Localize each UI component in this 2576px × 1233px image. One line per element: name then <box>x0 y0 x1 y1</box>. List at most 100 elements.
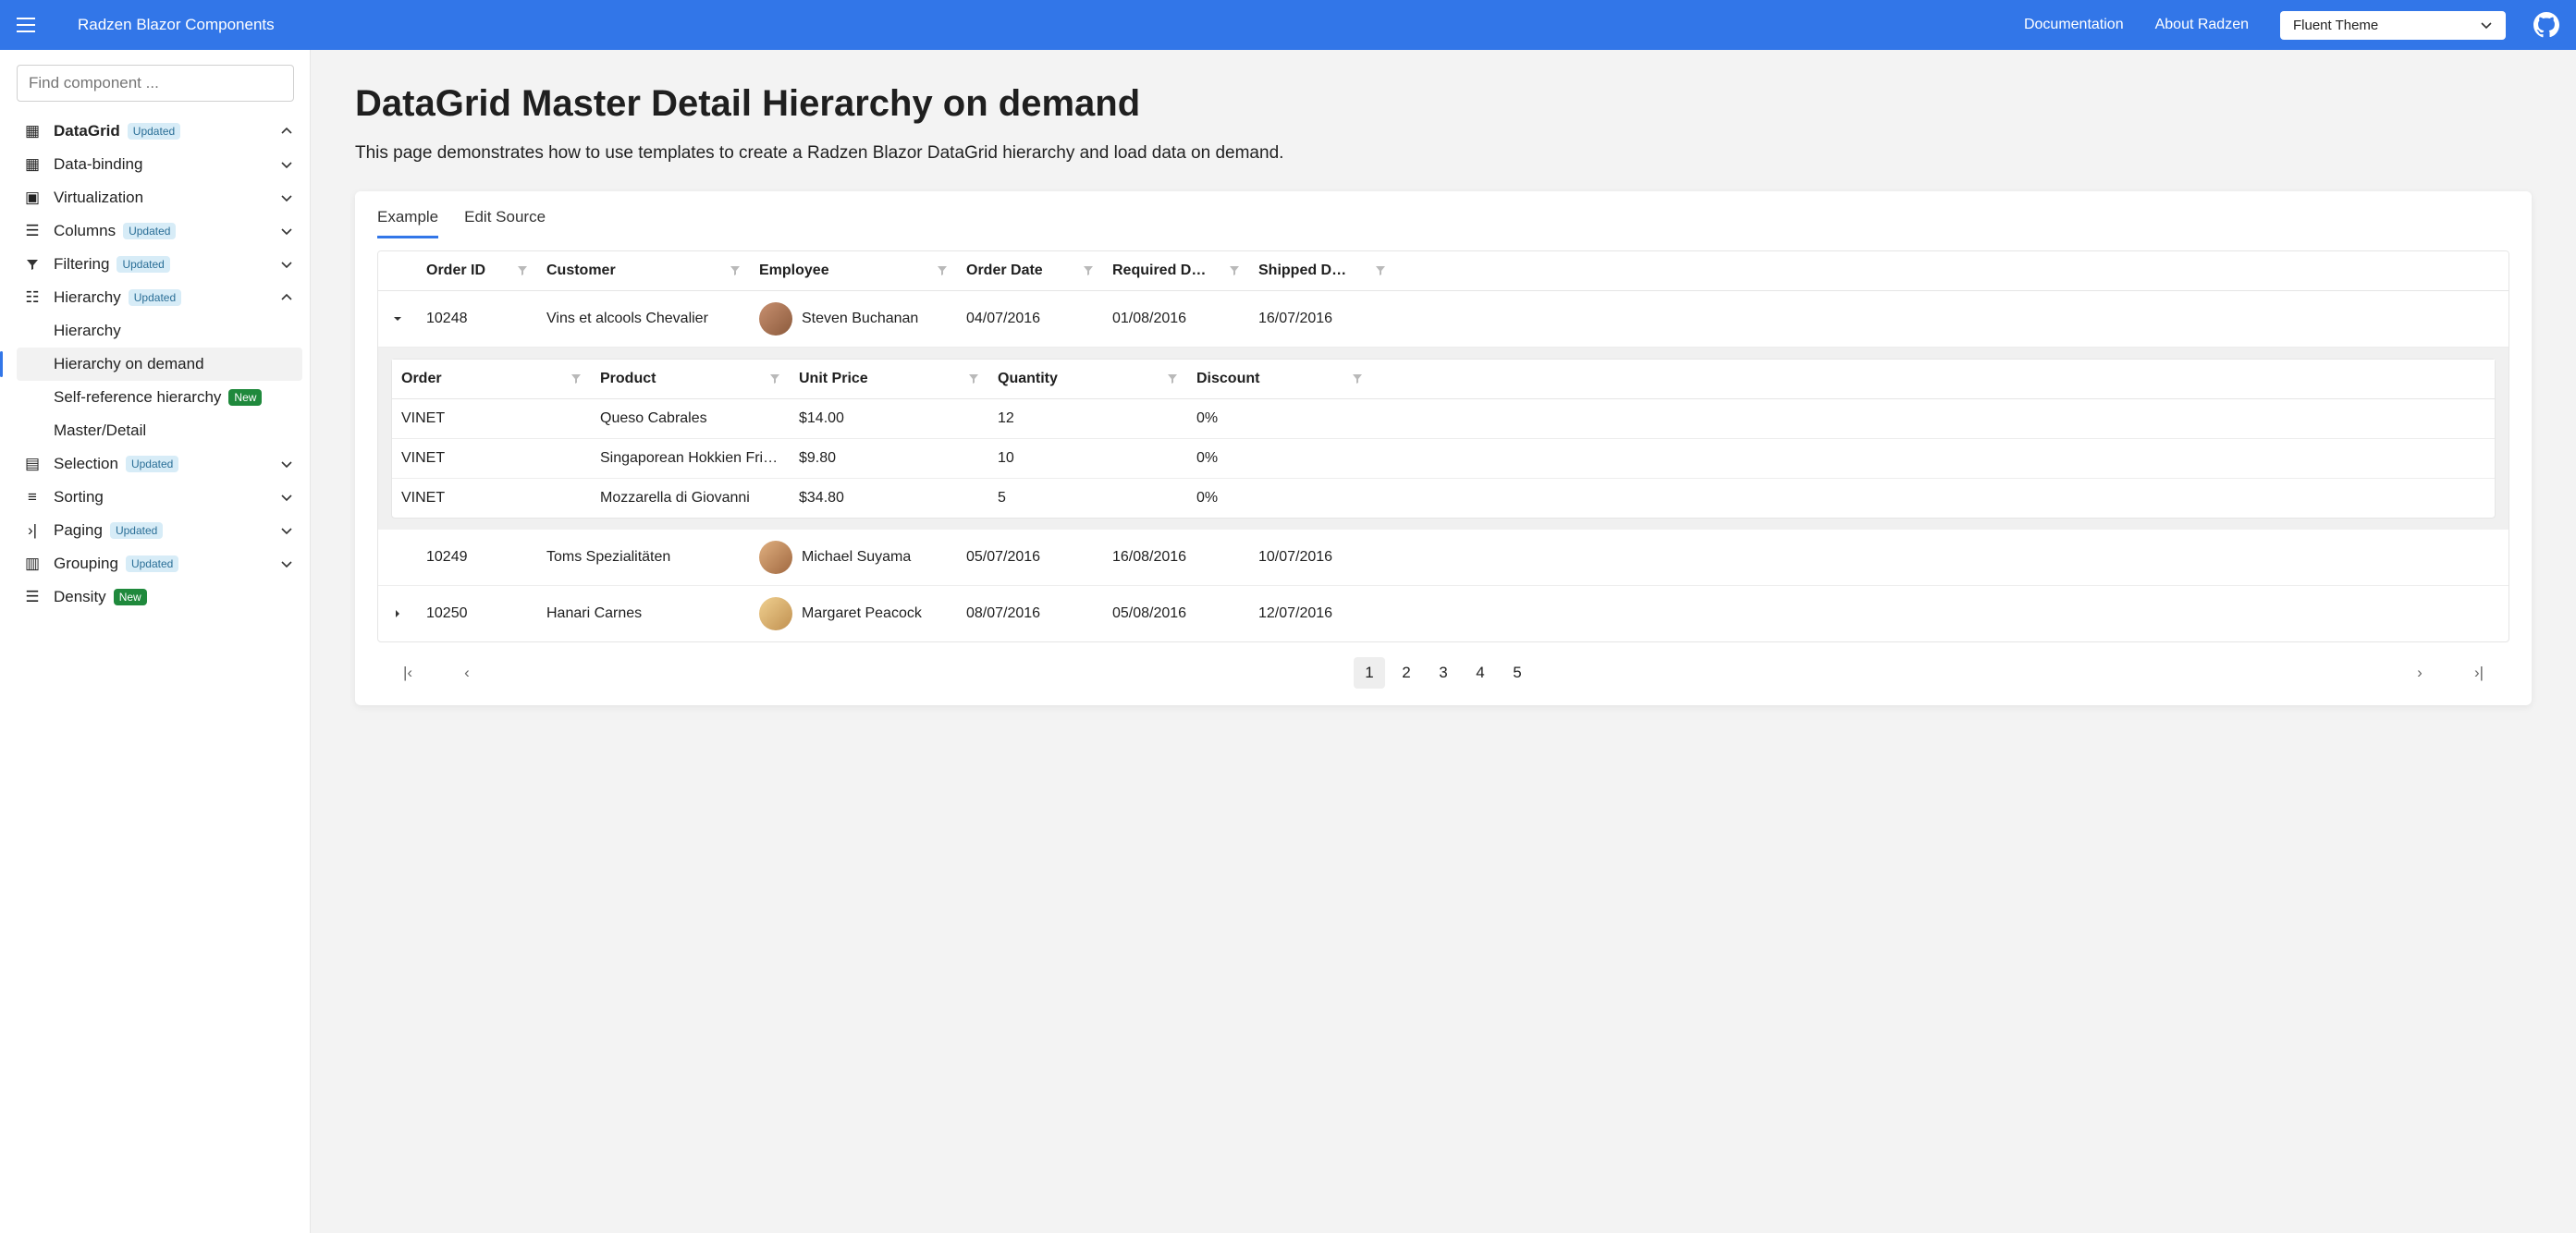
column-customer[interactable]: Customer <box>546 262 616 279</box>
pager-page-3[interactable]: 3 <box>1428 657 1459 689</box>
filter-icon[interactable] <box>968 373 979 385</box>
column-order-id[interactable]: Order ID <box>426 262 485 279</box>
sidebar-item-selection[interactable]: ▤ SelectionUpdated <box>17 447 302 481</box>
sidebar-item-label: Columns <box>54 222 116 240</box>
expand-toggle[interactable] <box>378 598 417 629</box>
find-component-input[interactable] <box>17 65 294 102</box>
sidebar-item-label: Density <box>54 588 106 606</box>
column-unit-price[interactable]: Unit Price <box>799 371 868 387</box>
column-order[interactable]: Order <box>401 371 442 387</box>
avatar <box>759 302 792 336</box>
caret-right-icon <box>393 609 402 618</box>
chevron-down-icon <box>280 557 297 570</box>
columns-icon: ☰ <box>24 222 41 240</box>
pager-last[interactable]: ›| <box>2463 657 2495 689</box>
column-required-date[interactable]: Required D… <box>1112 262 1206 279</box>
cell-required-date: 01/08/2016 <box>1112 311 1186 327</box>
column-quantity[interactable]: Quantity <box>998 371 1058 387</box>
example-card: Example Edit Source Order ID Customer Em… <box>355 191 2532 705</box>
pager-page-4[interactable]: 4 <box>1465 657 1496 689</box>
sidebar-item-label: Hierarchy on demand <box>54 355 204 373</box>
filter-icon[interactable] <box>517 265 528 276</box>
sidebar-item-data-binding[interactable]: ▦ Data-binding <box>17 148 302 181</box>
sidebar-item-columns[interactable]: ☰ ColumnsUpdated <box>17 214 302 248</box>
datagrid: Order ID Customer Employee Order Date Re… <box>377 250 2509 642</box>
pager-prev[interactable]: ‹ <box>451 657 483 689</box>
expand-toggle[interactable] <box>378 546 417 568</box>
sidebar-item-hierarchy-basic[interactable]: Hierarchy <box>17 314 302 348</box>
cell-required-date: 16/08/2016 <box>1112 549 1186 566</box>
chevron-down-icon <box>280 524 297 537</box>
table-row[interactable]: VINET Mozzarella di Giovanni $34.80 5 0% <box>392 479 2495 518</box>
hierarchy-icon: ☷ <box>24 288 41 307</box>
table-row[interactable]: 10248 Vins et alcools Chevalier Steven B… <box>378 291 2509 348</box>
cell-order-id: 10248 <box>426 311 468 327</box>
sidebar-item-virtualization[interactable]: ▣ Virtualization <box>17 181 302 214</box>
column-shipped-date[interactable]: Shipped D… <box>1258 262 1346 279</box>
cell-order-date: 05/07/2016 <box>966 549 1040 566</box>
datagrid-icon: ▦ <box>24 122 41 140</box>
detail-datagrid: Order Product Unit Price Quantity Discou… <box>391 359 2496 519</box>
sidebar: ▦ DataGridUpdated ▦ Data-binding ▣ Virtu… <box>0 50 311 1233</box>
filter-icon[interactable] <box>570 373 582 385</box>
menu-icon[interactable] <box>17 18 35 32</box>
sidebar-item-label: Self-reference hierarchy <box>54 388 221 407</box>
tab-example[interactable]: Example <box>377 208 438 238</box>
brand-title: Radzen Blazor Components <box>78 16 275 34</box>
main-content: DataGrid Master Detail Hierarchy on dema… <box>311 50 2576 1233</box>
about-link[interactable]: About Radzen <box>2155 17 2249 33</box>
pager-page-1[interactable]: 1 <box>1354 657 1385 689</box>
filter-icon[interactable] <box>1352 373 1363 385</box>
column-discount[interactable]: Discount <box>1196 371 1259 387</box>
pager: |‹ ‹ 1 2 3 4 5 › ›| <box>377 642 2509 696</box>
sidebar-item-sorting[interactable]: ≡ Sorting <box>17 481 302 514</box>
sidebar-item-paging[interactable]: ›| PagingUpdated <box>17 514 302 547</box>
filter-icon[interactable] <box>937 265 948 276</box>
table-row[interactable]: 10249 Toms Spezialitäten Michael Suyama … <box>378 530 2509 586</box>
cell-required-date: 05/08/2016 <box>1112 605 1186 622</box>
cell-order-date: 04/07/2016 <box>966 311 1040 327</box>
filter-icon <box>24 258 41 271</box>
pager-first[interactable]: |‹ <box>392 657 423 689</box>
sidebar-item-filtering[interactable]: FilteringUpdated <box>17 248 302 281</box>
column-employee[interactable]: Employee <box>759 262 829 279</box>
sort-icon: ≡ <box>24 488 41 507</box>
cell-customer: Vins et alcools Chevalier <box>546 311 708 327</box>
github-icon[interactable] <box>2533 12 2559 38</box>
expand-toggle[interactable] <box>378 303 417 335</box>
table-row[interactable]: 10250 Hanari Carnes Margaret Peacock 08/… <box>378 586 2509 641</box>
grouping-icon: ▥ <box>24 555 41 573</box>
cell-employee: Steven Buchanan <box>802 311 918 327</box>
sidebar-item-hierarchy-on-demand[interactable]: Hierarchy on demand <box>17 348 302 381</box>
page-lead: This page demonstrates how to use templa… <box>355 143 2532 164</box>
table-row[interactable]: VINET Queso Cabrales $14.00 12 0% <box>392 399 2495 439</box>
filter-icon[interactable] <box>1375 265 1386 276</box>
density-icon: ☰ <box>24 588 41 606</box>
filter-icon[interactable] <box>1083 265 1094 276</box>
tab-edit-source[interactable]: Edit Source <box>464 208 546 238</box>
sidebar-item-label: Sorting <box>54 488 104 507</box>
column-order-date[interactable]: Order Date <box>966 262 1043 279</box>
sidebar-item-self-reference[interactable]: Self-reference hierarchyNew <box>17 381 302 414</box>
cell-product: Mozzarella di Giovanni <box>600 490 750 507</box>
documentation-link[interactable]: Documentation <box>2024 17 2124 33</box>
sidebar-item-master-detail[interactable]: Master/Detail <box>17 414 302 447</box>
sidebar-item-hierarchy[interactable]: ☷ HierarchyUpdated <box>17 281 302 314</box>
updated-badge: Updated <box>117 256 169 273</box>
pager-page-2[interactable]: 2 <box>1391 657 1422 689</box>
filter-icon[interactable] <box>769 373 780 385</box>
pager-next[interactable]: › <box>2404 657 2435 689</box>
cell-customer: Toms Spezialitäten <box>546 549 670 566</box>
sidebar-item-grouping[interactable]: ▥ GroupingUpdated <box>17 547 302 580</box>
pager-page-5[interactable]: 5 <box>1502 657 1533 689</box>
filter-icon[interactable] <box>730 265 741 276</box>
sidebar-item-density[interactable]: ☰ DensityNew <box>17 580 302 614</box>
theme-select[interactable]: Fluent Theme <box>2280 11 2506 40</box>
filter-icon[interactable] <box>1229 265 1240 276</box>
table-row[interactable]: VINET Singaporean Hokkien Fri… $9.80 10 … <box>392 439 2495 479</box>
filter-icon[interactable] <box>1167 373 1178 385</box>
column-product[interactable]: Product <box>600 371 656 387</box>
cell-order: VINET <box>401 490 445 507</box>
sidebar-item-label: Data-binding <box>54 155 142 174</box>
sidebar-item-datagrid[interactable]: ▦ DataGridUpdated <box>17 115 302 148</box>
